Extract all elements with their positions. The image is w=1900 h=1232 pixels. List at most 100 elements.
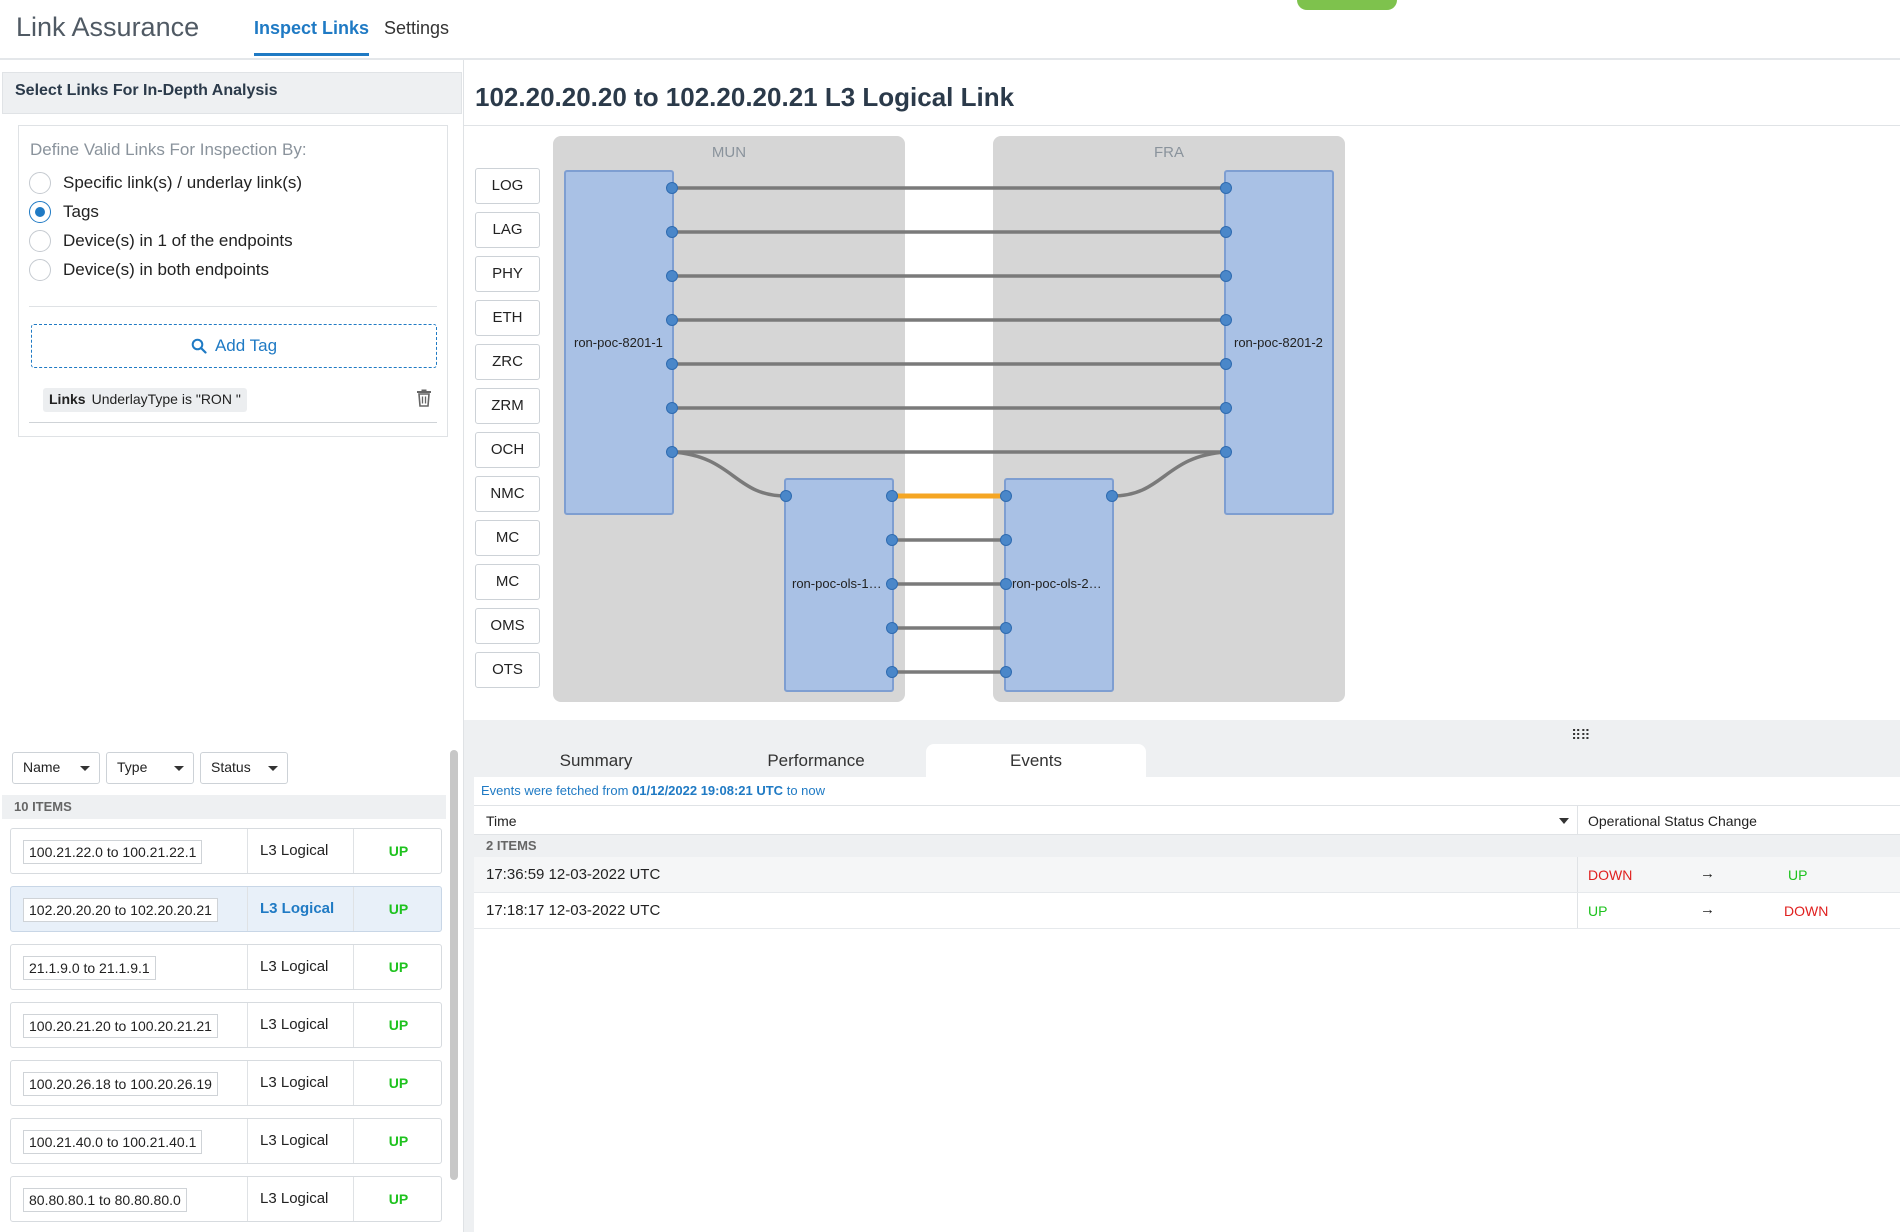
caret-down-icon (80, 766, 90, 771)
port-dot (1220, 402, 1232, 414)
events-table-header: Time Operational Status Change (474, 805, 1900, 835)
port-dot (666, 314, 678, 326)
option-devices-both-endpoints[interactable]: Device(s) in both endpoints (29, 259, 269, 281)
port-dot (886, 578, 898, 590)
drag-handle-icon[interactable]: ⠿⠿ (1571, 727, 1590, 744)
link-selection-panel: Select Links For In-Depth Analysis Defin… (0, 60, 464, 1232)
link-type: L3 Logical (247, 1003, 353, 1047)
link-row[interactable]: 80.80.80.1 to 80.80.80.0 L3 Logical UP (10, 1176, 442, 1222)
option-label: Device(s) in both endpoints (63, 260, 270, 279)
trash-icon[interactable] (416, 389, 432, 407)
items-count: 10 ITEMS (2, 795, 446, 819)
filter-label: Name (23, 759, 61, 775)
link-row[interactable]: 100.20.26.18 to 100.20.26.19 L3 Logical … (10, 1060, 442, 1106)
filter-label: Type (117, 759, 148, 775)
link-row[interactable]: 21.1.9.0 to 21.1.9.1 L3 Logical UP (10, 944, 442, 990)
status-from: DOWN (1588, 867, 1633, 883)
column-divider (1577, 857, 1578, 892)
port-dot (1000, 578, 1012, 590)
link-status: UP (353, 829, 443, 873)
filter-type-dropdown[interactable]: Type (106, 752, 194, 784)
topology-diagram: LOG LAG PHY ETH ZRC ZRM OCH NMC MC MC OM… (464, 126, 1900, 720)
sort-caret-icon[interactable] (1559, 818, 1569, 824)
fetch-note: Events were fetched from 01/12/2022 19:0… (481, 783, 825, 798)
link-name: 80.80.80.1 to 80.80.80.0 (23, 1188, 187, 1212)
port-dot (1000, 490, 1012, 502)
scrollbar[interactable] (450, 750, 458, 1180)
event-row[interactable]: 17:36:59 12-03-2022 UTC DOWN → UP (474, 857, 1900, 893)
primary-action-button[interactable] (1297, 0, 1397, 10)
col-time[interactable]: Time (486, 813, 517, 829)
caret-down-icon (174, 766, 184, 771)
tag-value: UnderlayType is "RON " (91, 391, 241, 407)
link-type: L3 Logical (247, 1061, 353, 1105)
link-row[interactable]: 100.21.40.0 to 100.21.40.1 L3 Logical UP (10, 1118, 442, 1164)
link-row[interactable]: 100.20.21.20 to 100.20.21.21 L3 Logical … (10, 1002, 442, 1048)
filter-status-dropdown[interactable]: Status (200, 752, 288, 784)
add-tag-button[interactable]: Add Tag (31, 324, 437, 368)
port-dot (886, 490, 898, 502)
panel-heading: Select Links For In-Depth Analysis (2, 72, 462, 114)
link-status: UP (353, 887, 443, 931)
port-dot (666, 182, 678, 194)
port-dot (666, 446, 678, 458)
search-icon (191, 338, 207, 354)
port-dot (886, 622, 898, 634)
filter-label: Status (211, 759, 251, 775)
port-dot (1220, 270, 1232, 282)
option-tags[interactable]: Tags (29, 201, 99, 223)
page-title: 102.20.20.20 to 102.20.20.21 L3 Logical … (475, 82, 1015, 112)
port-dot (1000, 534, 1012, 546)
arrow-right-icon: → (1700, 865, 1715, 882)
tab-summary[interactable]: Summary (520, 744, 672, 778)
link-name: 100.20.21.20 to 100.20.21.21 (23, 1014, 218, 1038)
add-tag-label: Add Tag (214, 336, 278, 355)
tab-settings[interactable]: Settings (384, 18, 449, 53)
port-dot (1220, 358, 1232, 370)
port-dot (886, 534, 898, 546)
col-status-change: Operational Status Change (1588, 813, 1757, 829)
link-name: 100.20.26.18 to 100.20.26.19 (23, 1072, 218, 1096)
link-type: L3 Logical (247, 945, 353, 989)
option-label: Device(s) in 1 of the endpoints (63, 231, 293, 250)
port-dot (666, 270, 678, 282)
divider (29, 306, 437, 307)
port-dot (666, 402, 678, 414)
link-type: L3 Logical (247, 1177, 353, 1221)
option-devices-one-endpoint[interactable]: Device(s) in 1 of the endpoints (29, 230, 293, 252)
port-dot (666, 358, 678, 370)
link-row-selected[interactable]: 102.20.20.20 to 102.20.20.21 L3 Logical … (10, 886, 442, 932)
tab-events[interactable]: Events (926, 744, 1146, 778)
radio-button[interactable] (29, 172, 51, 194)
port-dot (666, 226, 678, 238)
link-status: UP (353, 945, 443, 989)
link-status: UP (353, 1061, 443, 1105)
link-curve-right (1111, 450, 1227, 498)
tab-performance[interactable]: Performance (740, 744, 892, 778)
port-dot (886, 666, 898, 678)
radio-button[interactable] (29, 259, 51, 281)
radio-button-selected[interactable] (29, 201, 51, 223)
event-time: 17:36:59 12-03-2022 UTC (486, 866, 661, 883)
column-divider (1577, 806, 1578, 834)
link-type: L3 Logical (247, 887, 353, 931)
link-row[interactable]: 100.21.22.0 to 100.21.22.1 L3 Logical UP (10, 828, 442, 874)
filter-name-dropdown[interactable]: Name (12, 752, 100, 784)
tag-chip[interactable]: Links UnderlayType is "RON " (43, 388, 247, 412)
status-to: DOWN (1784, 903, 1829, 919)
app-header: Link Assurance Inspect Links Settings (0, 0, 1900, 60)
tab-inspect-links[interactable]: Inspect Links (254, 18, 370, 56)
device-label: ron-poc-ols-2… (1012, 576, 1102, 591)
radio-button[interactable] (29, 230, 51, 252)
link-type: L3 Logical (247, 1119, 353, 1163)
option-label: Tags (63, 202, 99, 221)
event-row[interactable]: 17:18:17 12-03-2022 UTC UP → DOWN (474, 893, 1900, 929)
port-dot (1220, 226, 1232, 238)
option-specific-links[interactable]: Specific link(s) / underlay link(s) (29, 172, 302, 194)
status-from: UP (1588, 903, 1608, 919)
link-status: UP (353, 1003, 443, 1047)
link-status: UP (353, 1119, 443, 1163)
fetch-time: 01/12/2022 19:08:21 UTC (632, 783, 784, 798)
link-name: 100.21.40.0 to 100.21.40.1 (23, 1130, 203, 1154)
define-label: Define Valid Links For Inspection By: (30, 140, 307, 159)
